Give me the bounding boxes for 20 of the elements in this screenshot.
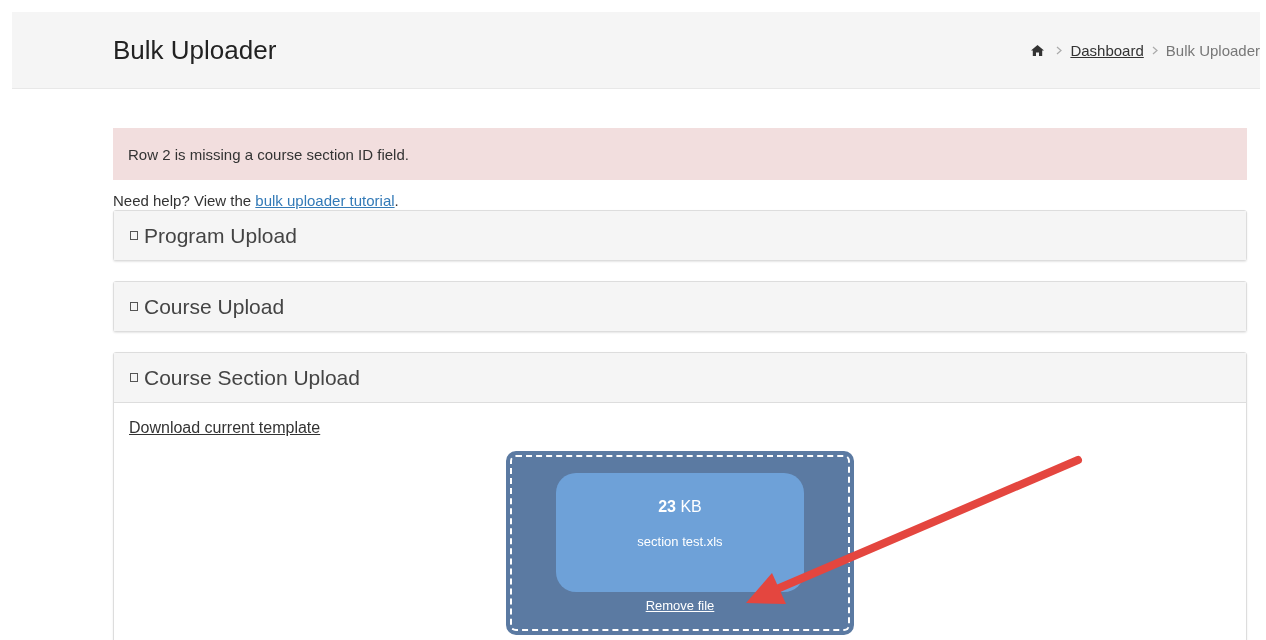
- breadcrumb-current: Bulk Uploader: [1165, 41, 1260, 59]
- panel-header[interactable]: Program Upload: [114, 211, 1246, 260]
- file-dropzone[interactable]: 23 KB section test.xls Remove file: [506, 451, 854, 635]
- panel-header[interactable]: Course Upload: [114, 282, 1246, 331]
- download-template-link[interactable]: Download current template: [129, 419, 321, 436]
- error-message: Row 2 is missing a course section ID field.: [128, 145, 409, 163]
- remove-file-link[interactable]: Remove file: [645, 598, 715, 613]
- chevron-icon: [1151, 45, 1158, 55]
- breadcrumb-link[interactable]: Dashboard: [1070, 41, 1144, 59]
- square-icon: [130, 231, 138, 240]
- help-text: Need help? View the bulk uploader tutorial.: [113, 192, 400, 210]
- tutorial-link[interactable]: bulk uploader tutorial: [255, 192, 395, 209]
- home-icon[interactable]: [1031, 44, 1045, 56]
- panel-header[interactable]: Course Section Upload: [114, 353, 1246, 403]
- square-icon: [130, 373, 138, 382]
- page-title: Bulk Uploader: [113, 34, 278, 66]
- file-size: 23 KB: [658, 498, 702, 516]
- chevron-icon: [1056, 45, 1063, 55]
- file-name: section test.xls: [637, 534, 723, 549]
- square-icon: [130, 302, 138, 311]
